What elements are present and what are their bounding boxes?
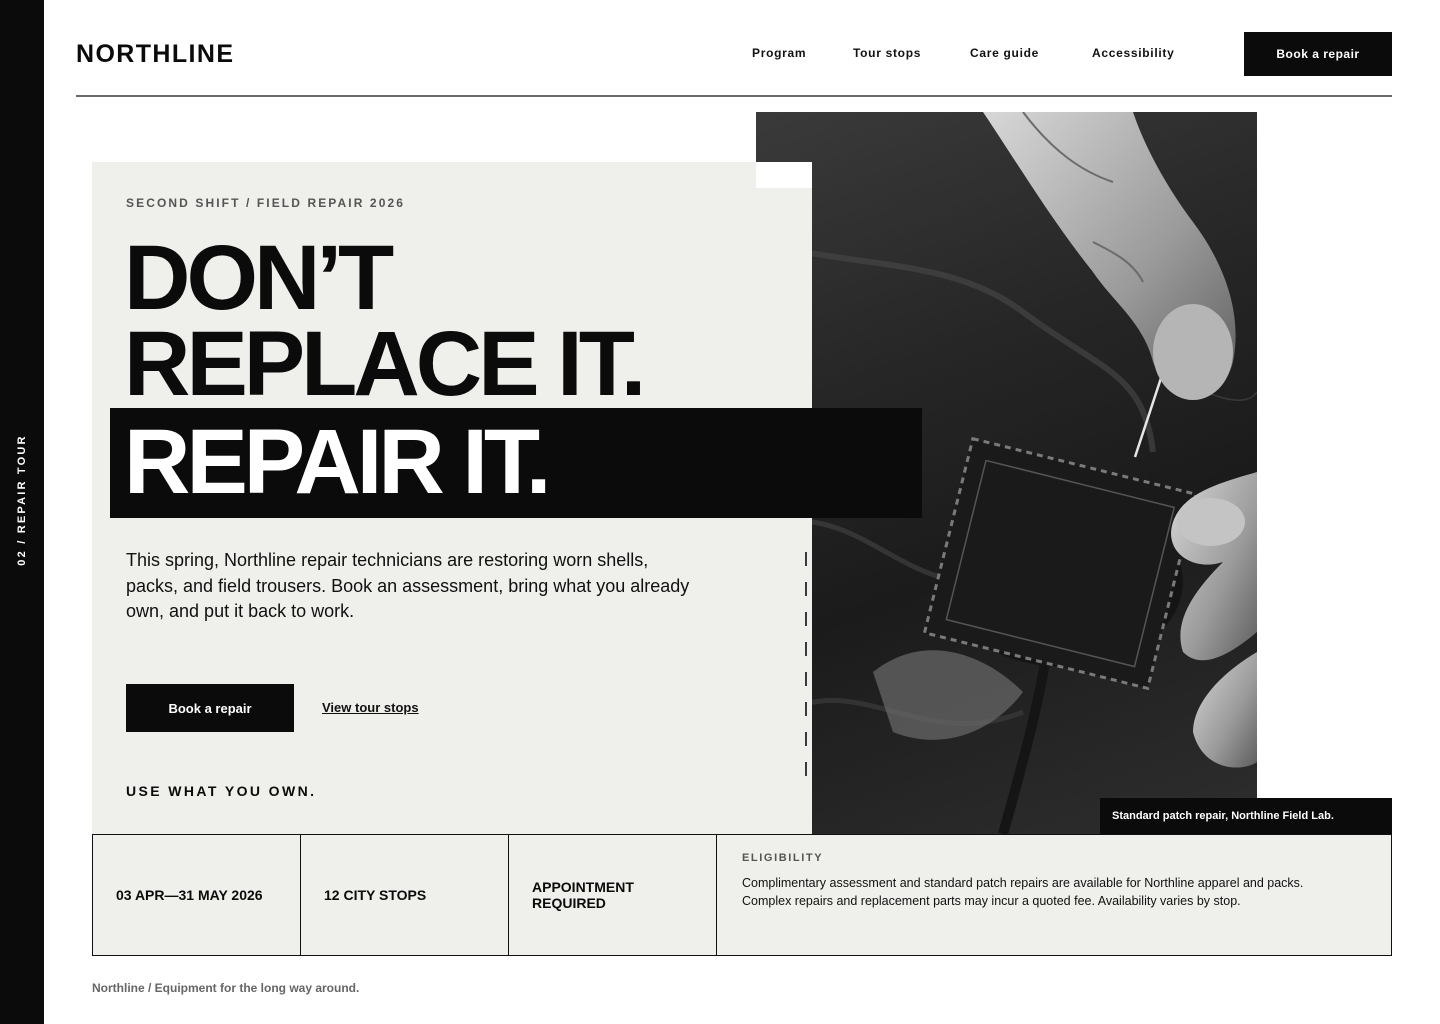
view-tour-stops-link[interactable]: View tour stops — [322, 700, 419, 715]
stitch-tick — [805, 672, 807, 686]
eligibility-line-1: Complimentary assessment and standard pa… — [742, 876, 1304, 890]
rail-label: 02 / REPAIR TOUR — [16, 434, 28, 566]
stops-cell: 12 CITY STOPS — [301, 835, 509, 955]
appointment-line-1: APPOINTMENT — [532, 879, 634, 895]
header-divider — [76, 95, 1392, 97]
stitch-tick — [805, 552, 807, 566]
eligibility-title: ELIGIBILITY — [742, 852, 824, 864]
header-book-repair-button[interactable]: Book a repair — [1244, 32, 1392, 76]
info-strip: 03 APR—31 MAY 2026 12 CITY STOPS APPOINT… — [92, 834, 1392, 956]
appointment-cell: APPOINTMENT REQUIRED — [509, 835, 717, 955]
nav-tour-stops[interactable]: Tour stops — [853, 46, 921, 60]
stitch-tick — [805, 612, 807, 626]
stitch-tick — [805, 642, 807, 656]
brand-logo[interactable]: NORTHLINE — [76, 40, 234, 69]
city-stops-count: 12 CITY STOPS — [324, 887, 427, 903]
stitch-tick — [805, 582, 807, 596]
eligibility-text: Complimentary assessment and standard pa… — [742, 874, 1362, 910]
hero-eyebrow: SECOND SHIFT / FIELD REPAIR 2026 — [126, 196, 406, 210]
eligibility-line-2: Complex repairs and replacement parts ma… — [742, 894, 1241, 908]
nav-care-guide[interactable]: Care guide — [970, 46, 1039, 60]
appointment-line-2: REQUIRED — [532, 895, 606, 911]
headline-line-3: REPAIR IT. — [124, 411, 551, 513]
eligibility-cell: ELIGIBILITY Complimentary assessment and… — [717, 835, 1391, 955]
nav-accessibility[interactable]: Accessibility — [1092, 46, 1174, 60]
hero-lead-paragraph: This spring, Northline repair technician… — [126, 550, 690, 621]
hero-book-repair-button[interactable]: Book a repair — [126, 684, 294, 732]
photo-caption: Standard patch repair, Northline Field L… — [1100, 798, 1392, 834]
photo-corner-cutout — [723, 112, 756, 162]
footer-text: Northline / Equipment for the long way a… — [92, 981, 360, 995]
hero-tagline: USE WHAT YOU OWN. — [126, 783, 317, 799]
stitch-tick — [805, 732, 807, 746]
stitch-tick — [805, 762, 807, 776]
headline-line-2: REPLACE IT. — [124, 313, 646, 415]
dates-cell: 03 APR—31 MAY 2026 — [93, 835, 301, 955]
headline-line-1: DON’T — [124, 227, 394, 329]
tour-dates: 03 APR—31 MAY 2026 — [116, 887, 263, 903]
stitch-tick — [805, 702, 807, 716]
side-rail: 02 / REPAIR TOUR — [0, 0, 44, 1024]
panel-step-cutout — [756, 162, 812, 188]
nav-program[interactable]: Program — [752, 46, 806, 60]
